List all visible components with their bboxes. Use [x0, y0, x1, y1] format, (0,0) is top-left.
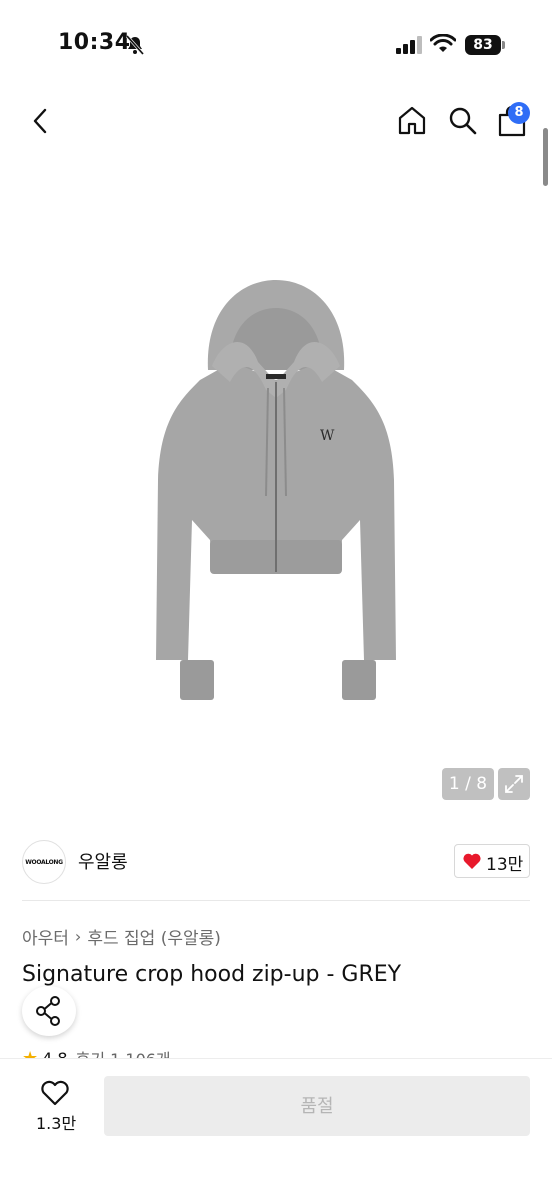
brand-logo[interactable]: WOOALONG: [22, 840, 66, 884]
expand-icon[interactable]: [498, 768, 530, 800]
breadcrumb-category[interactable]: 아우터: [22, 924, 69, 949]
svg-text:W: W: [320, 428, 335, 444]
search-icon[interactable]: [446, 104, 478, 136]
brand-like-count: 13만: [486, 855, 524, 875]
brand-name[interactable]: 우알롱: [78, 848, 128, 874]
product-title: Signature crop hood zip-up - GREY: [22, 962, 402, 987]
sold-out-button[interactable]: 품절: [104, 1076, 530, 1136]
breadcrumb-subcategory[interactable]: 후드 집업 (우알롱): [87, 924, 221, 949]
image-page-counter: 1 / 8: [442, 768, 494, 800]
status-time: 10:34: [58, 30, 131, 55]
bell-muted-icon: [125, 35, 145, 55]
divider: [22, 900, 530, 901]
breadcrumb: 아우터 › 후드 집업 (우알롱): [22, 924, 221, 949]
scrollbar[interactable]: [543, 128, 548, 186]
back-chevron-icon[interactable]: [26, 104, 56, 138]
chevron-right-icon: ›: [74, 927, 82, 946]
battery-indicator: 83: [465, 35, 501, 55]
status-bar: 10:34 83: [0, 0, 552, 92]
heart-filled-icon: [463, 853, 481, 869]
share-button[interactable]: [22, 986, 76, 1036]
product-photo[interactable]: W: [150, 270, 402, 710]
battery-tip: [502, 41, 505, 49]
heart-outline-icon[interactable]: [40, 1080, 70, 1106]
signal-icon: [396, 36, 422, 54]
wifi-icon: [430, 34, 456, 52]
wish-count: 1.3만: [36, 1114, 77, 1133]
home-icon[interactable]: [396, 104, 428, 136]
cart-count-badge: 8: [508, 102, 530, 124]
share-icon: [36, 996, 60, 1026]
